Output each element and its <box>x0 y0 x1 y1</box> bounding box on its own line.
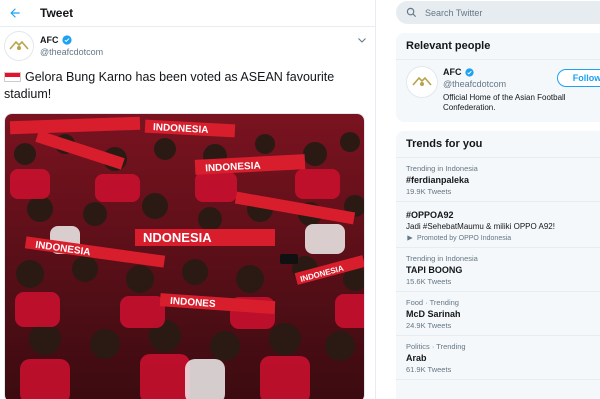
author-handle[interactable]: @theafcdotcom <box>40 47 103 57</box>
relevant-person-name[interactable]: AFC <box>443 67 462 77</box>
promoted-label: Promoted by OPPO Indonesia <box>406 234 600 242</box>
trends-title-row: Trends for you <box>396 131 600 158</box>
tweet-text: Gelora Bung Karno has been voted as ASEA… <box>4 69 364 103</box>
verified-badge-icon <box>464 67 474 77</box>
afc-logo-icon <box>412 76 432 86</box>
author-name[interactable]: AFC <box>40 35 59 45</box>
trends-title: Trends for you <box>406 138 483 150</box>
trend-context: Trending in Indonesia <box>406 164 478 173</box>
tweet-text-body: Gelora Bung Karno has been voted as ASEA… <box>4 70 335 101</box>
trend-name: #OPPOA92 <box>406 210 454 220</box>
trend-item[interactable]: Politics · Trending Arab 61.9K Tweets <box>396 336 600 380</box>
trend-item[interactable]: Food · Trending McD Sarinah 24.9K Tweets <box>396 292 600 336</box>
tweet-photo[interactable]: INDONESIA INDONESIA NDONESIA INDONESIA I… <box>4 113 365 399</box>
relevant-person[interactable]: AFC @theafcdotcom Follow Official Home o… <box>396 60 600 116</box>
promoted-icon <box>407 235 413 241</box>
follow-button[interactable]: Follow <box>557 69 600 87</box>
trend-item[interactable]: Trending in Indonesia #ferdianpaleka 19.… <box>396 158 600 202</box>
trend-name: Arab <box>406 353 427 363</box>
search-icon <box>406 7 417 18</box>
trend-description: Jadi #SehebatMaumu & miliki OPPO A92! <box>406 222 555 231</box>
relevant-people-panel: Relevant people AFC @theafcdotcom Follow… <box>396 33 600 122</box>
main-column: Tweet AFC @theafcdotcom Gelora Bung Karn… <box>0 0 376 399</box>
search-placeholder: Search Twitter <box>425 7 483 18</box>
search-input[interactable]: Search Twitter <box>396 1 600 24</box>
relevant-person-bio: Official Home of the Asian Football Conf… <box>443 93 566 112</box>
verified-badge-icon <box>61 35 72 45</box>
promoted-text: Promoted by OPPO Indonesia <box>417 234 512 242</box>
trend-name: #ferdianpaleka <box>406 175 470 185</box>
page-header: Tweet <box>0 0 375 27</box>
trend-count: 15.6K Tweets <box>406 277 452 286</box>
right-sidebar: Search Twitter Relevant people AFC @thea… <box>384 0 600 399</box>
relevant-people-title: Relevant people <box>396 33 600 60</box>
indonesia-flag-icon <box>4 72 21 82</box>
relevant-person-names: AFC @theafcdotcom <box>443 67 506 89</box>
trends-panel: Trends for you Trending in Indonesia #fe… <box>396 131 600 399</box>
trend-count: 24.9K Tweets <box>406 321 452 330</box>
stadium-crowd-image: INDONESIA INDONESIA NDONESIA INDONESIA I… <box>5 114 364 399</box>
avatar[interactable] <box>406 66 438 98</box>
banner-text: NDONESIA <box>143 230 212 245</box>
page-title: Tweet <box>40 6 74 20</box>
trend-item-promoted[interactable]: #OPPOA92 Jadi #SehebatMaumu & miliki OPP… <box>396 202 600 248</box>
chevron-down-icon[interactable] <box>356 33 368 45</box>
trend-name: TAPI BOONG <box>406 265 463 275</box>
trend-count: 61.9K Tweets <box>406 365 452 374</box>
tweet-header: AFC @theafcdotcom <box>4 31 370 63</box>
trend-item[interactable]: Trending in Indonesia TAPI BOONG 15.6K T… <box>396 248 600 292</box>
author-names: AFC @theafcdotcom <box>40 35 103 57</box>
relevant-person-handle: @theafcdotcom <box>443 79 507 89</box>
avatar[interactable] <box>4 31 34 61</box>
trend-context: Trending in Indonesia <box>406 254 478 263</box>
trend-count: 19.9K Tweets <box>406 187 452 196</box>
trend-context: Politics · Trending <box>406 342 466 351</box>
afc-logo-icon <box>9 40 29 50</box>
back-arrow-icon[interactable] <box>0 0 30 27</box>
trend-context: Food · Trending <box>406 298 459 307</box>
trend-name: McD Sarinah <box>406 309 461 319</box>
